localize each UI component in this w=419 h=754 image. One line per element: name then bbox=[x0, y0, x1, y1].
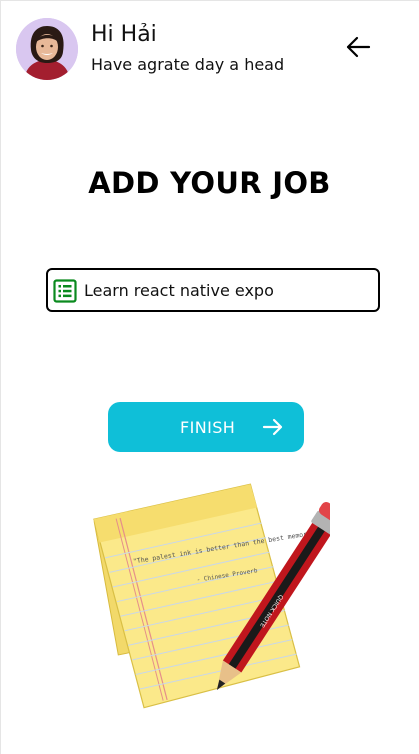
greeting-subtitle: Have agrate day a head bbox=[91, 55, 285, 74]
job-field[interactable] bbox=[46, 268, 380, 312]
greeting-name: Hi Hải bbox=[91, 22, 157, 47]
list-icon bbox=[53, 279, 77, 303]
job-input[interactable] bbox=[84, 270, 374, 310]
avatar bbox=[16, 18, 78, 80]
finish-button-label: FINISH bbox=[180, 418, 236, 437]
header: Hi Hải Have agrate day a head bbox=[16, 18, 403, 82]
arrow-left-icon bbox=[346, 36, 371, 58]
finish-button[interactable]: FINISH bbox=[108, 402, 304, 452]
page-title: ADD YOUR JOB bbox=[88, 166, 331, 200]
back-button[interactable] bbox=[343, 32, 373, 62]
notepad-illustration: "The palest ink is better than the best … bbox=[90, 470, 345, 720]
arrow-right-icon bbox=[262, 418, 283, 436]
